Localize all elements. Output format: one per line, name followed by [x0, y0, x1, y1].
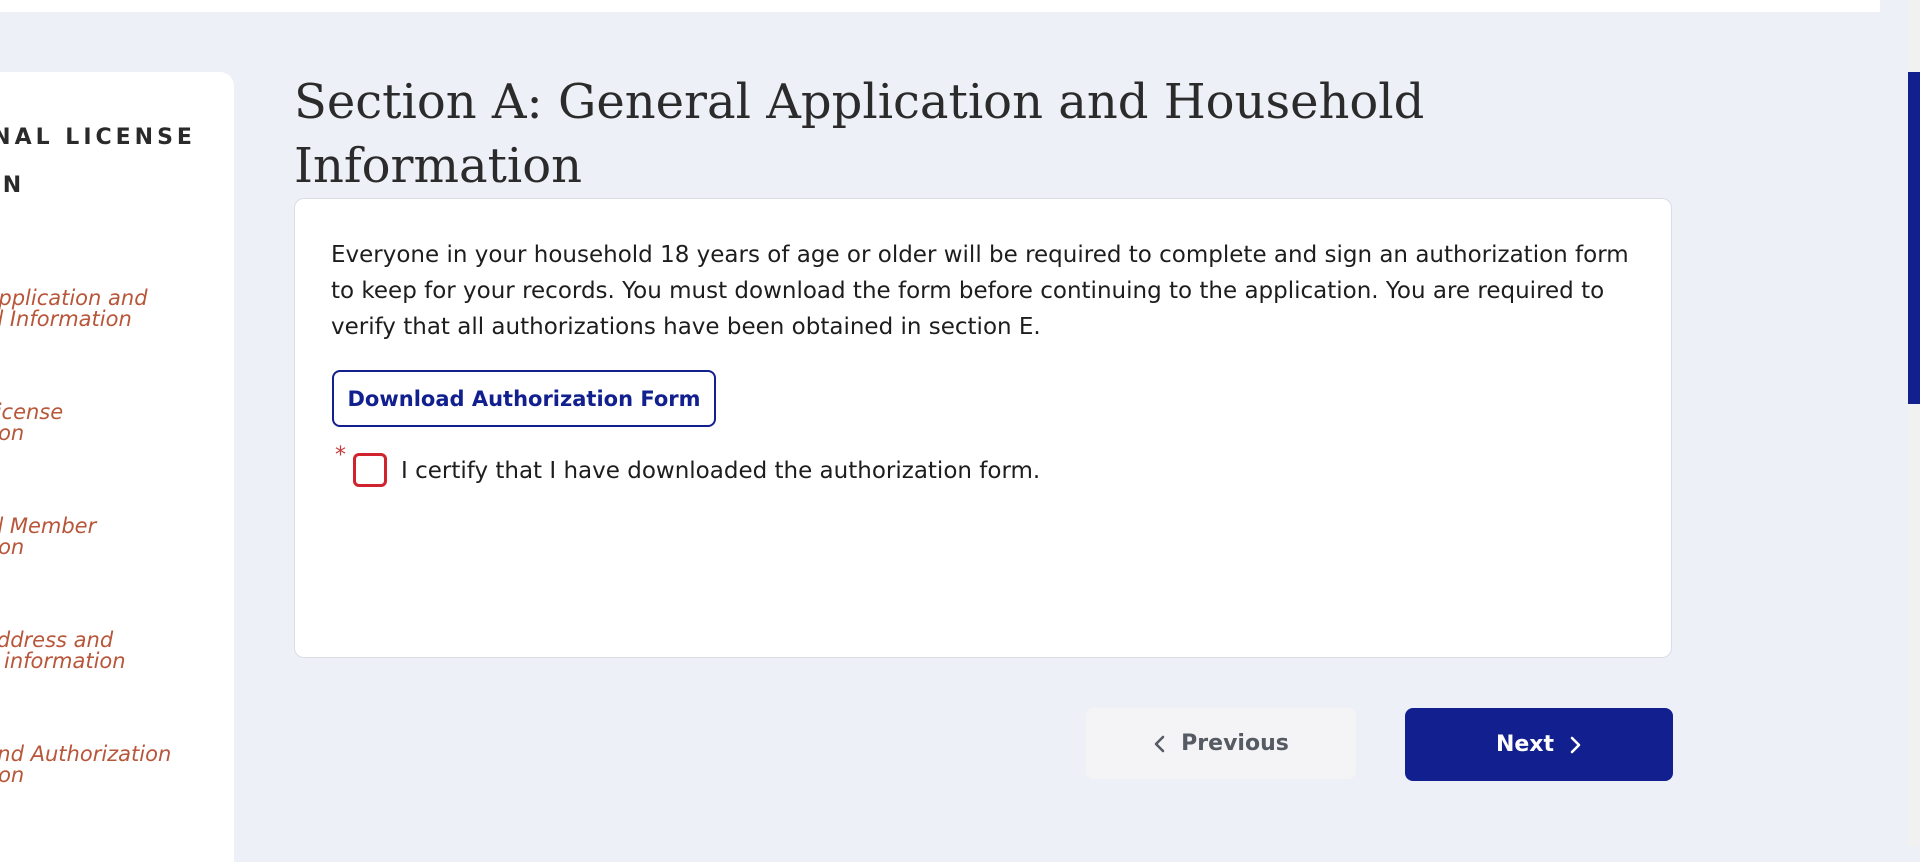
sidebar-item-section-b[interactable]: B License tion [0, 374, 234, 444]
chevron-left-icon [1154, 735, 1165, 752]
scrollbar-thumb[interactable] [1908, 72, 1920, 404]
section-name: tion [0, 763, 25, 787]
section-name: tion [0, 535, 25, 559]
section-name: ld Member [0, 514, 97, 538]
section-letter: A [0, 260, 234, 284]
sidebar-item-section-c[interactable]: C ld Member tion [0, 488, 234, 558]
section-name: und Authorization [0, 742, 172, 766]
sidebar-title: INAL LICENSE ON [0, 114, 220, 210]
section-name: address and [0, 628, 114, 652]
sidebar-title-line: ON [0, 173, 26, 198]
sidebar-item-section-a[interactable]: A Application and ld Information [0, 260, 234, 330]
section-letter: C [0, 488, 234, 512]
sidebar-item-section-e[interactable]: E und Authorization tion [0, 716, 234, 786]
section-name: ld Information [0, 307, 132, 331]
section-letter: D [0, 602, 234, 626]
section-name: Application and [0, 286, 148, 310]
required-marker: * [335, 443, 346, 468]
previous-button[interactable]: Previous [1086, 708, 1356, 779]
certify-checkbox[interactable] [353, 453, 387, 487]
next-label: Next [1495, 732, 1555, 757]
instructions-text: Everyone in your household 18 years of a… [331, 242, 1629, 340]
page-title: Section A: General Application and House… [294, 74, 1425, 194]
chevron-right-icon [1570, 736, 1581, 753]
section-letter: F [0, 830, 234, 854]
download-authorization-button[interactable]: Download Authorization Form [332, 370, 716, 427]
section-name: tion [0, 421, 25, 445]
previous-label: Previous [1181, 731, 1289, 756]
section-a-card: Everyone in your household 18 years of a… [294, 198, 1672, 658]
sidebar-nav: INAL LICENSE ON A Application and ld Inf… [0, 72, 234, 862]
sidebar-title-line: INAL LICENSE [0, 125, 196, 150]
next-button[interactable]: Next [1405, 708, 1673, 781]
certify-label[interactable]: I certify that I have downloaded the aut… [401, 456, 1040, 486]
section-letter: E [0, 716, 234, 740]
section-letter: B [0, 374, 234, 398]
sidebar-item-section-f[interactable]: F [0, 830, 234, 858]
sidebar-item-section-d[interactable]: D address and g information [0, 602, 234, 672]
top-bar [0, 0, 1880, 12]
section-name: g information [0, 649, 126, 673]
section-name: License [0, 400, 64, 424]
